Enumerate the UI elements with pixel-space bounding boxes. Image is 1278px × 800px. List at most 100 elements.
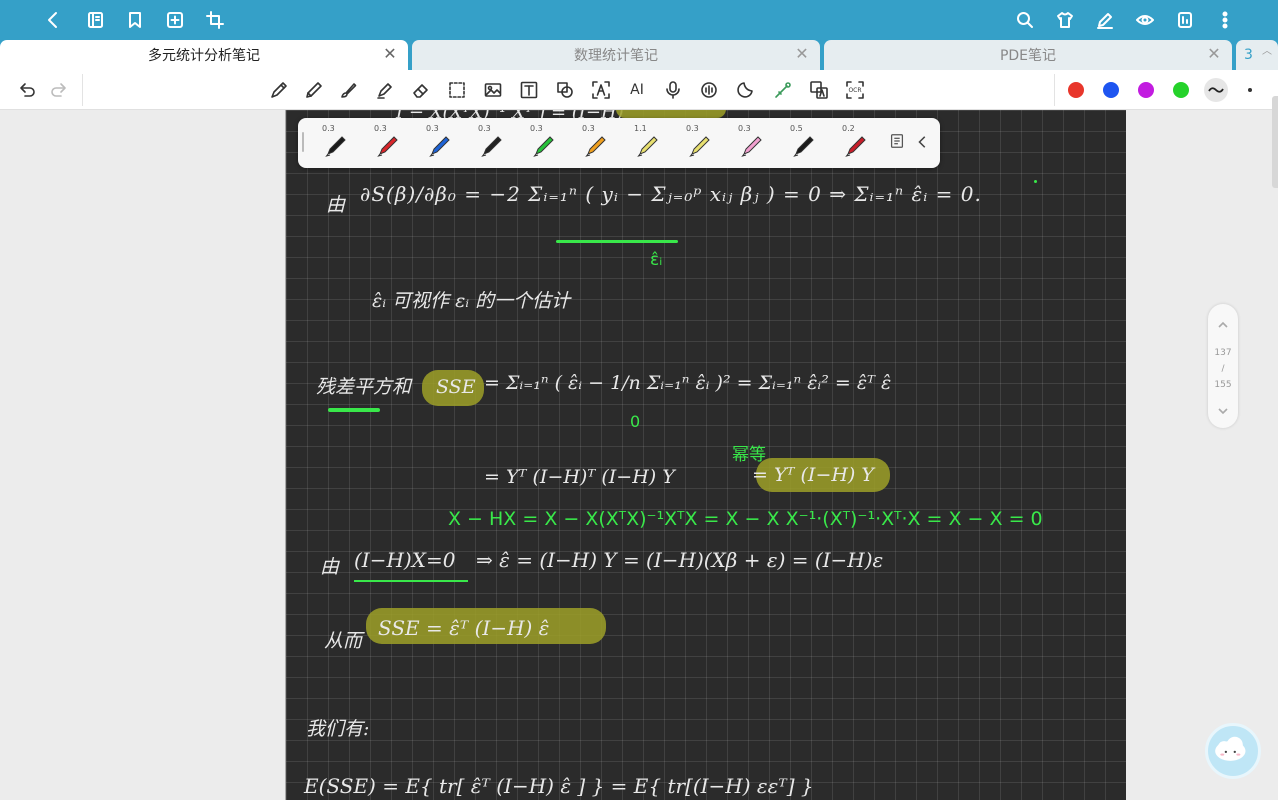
page-indicator: 137 / 155 <box>1208 304 1238 428</box>
palette-pen[interactable]: 0.2 <box>828 118 880 168</box>
assistant-cloud-button[interactable] <box>1205 723 1261 779</box>
sticker-icon[interactable] <box>734 79 756 101</box>
palette-pen[interactable]: 0.3 <box>516 118 568 168</box>
palette-pen[interactable]: 0.3 <box>724 118 776 168</box>
note-equation-conclusion: SSE = ε̂ᵀ (I−H) ε̂ <box>378 616 550 640</box>
tab-overflow[interactable]: 3 ︿ <box>1236 40 1278 70</box>
palette-pen[interactable]: 0.3 <box>568 118 620 168</box>
ocr-text-icon[interactable] <box>590 79 612 101</box>
pen-tip-icon <box>689 136 710 157</box>
pen-palette: 0.3 0.3 0.3 0.3 0.3 0.3 1.1 0.3 0.3 0.5 0.2 <box>298 118 940 168</box>
palette-pen[interactable]: 0.3 <box>308 118 360 168</box>
note-equation-residual: ⇒ ε̂ = (I−H) Y = (I−H)(Xβ + ε) = (I−H)ε <box>476 548 884 572</box>
tab-label: 数理统计笔记 <box>574 48 658 64</box>
note-estimate-remark: ε̂ᵢ 可视作 εᵢ 的一个估计 <box>372 290 571 312</box>
chevron-up-icon[interactable] <box>1216 318 1230 332</box>
drawing-toolbar: AI OCR <box>0 70 1278 110</box>
side-scroll-handle[interactable] <box>1272 96 1278 188</box>
pencil-icon[interactable] <box>303 79 325 101</box>
note-equation-sse: = Σᵢ₌₁ⁿ ( ε̂ᵢ − 1/n Σᵢ₌₁ⁿ ε̂ᵢ )² = Σᵢ₌₁ⁿ… <box>484 372 892 394</box>
app-bar <box>0 0 1278 40</box>
palette-pen[interactable]: 0.5 <box>776 118 828 168</box>
palette-pen[interactable]: 1.1 <box>620 118 672 168</box>
current-page: 137 <box>1214 348 1232 358</box>
note-annotation-zero: 0 <box>630 412 641 431</box>
green-underline <box>328 408 380 412</box>
color-swatch-purple[interactable] <box>1138 82 1154 98</box>
lasso-select-icon[interactable] <box>446 79 468 101</box>
edit-pen-icon[interactable] <box>1092 7 1118 33</box>
pen-tip-icon <box>741 136 762 157</box>
pen-tip-icon <box>377 136 398 157</box>
highlighter-icon[interactable] <box>374 79 396 101</box>
note-equation-expectation: E(SSE) = E{ tr[ ε̂ᵀ (I−H) ε̂ ] } = E{ tr… <box>304 774 814 798</box>
shape-icon[interactable] <box>554 79 576 101</box>
note-prefix: 从而 <box>324 630 363 652</box>
pen-tip-icon <box>637 136 658 157</box>
palette-pen[interactable]: 0.3 <box>464 118 516 168</box>
tab-label: 多元统计分析笔记 <box>148 48 260 64</box>
more-vertical-icon[interactable] <box>1212 7 1238 33</box>
drag-handle[interactable] <box>302 132 304 152</box>
color-swatch-blue[interactable] <box>1103 82 1119 98</box>
undo-icon[interactable] <box>16 79 38 101</box>
note-prefix: 由 <box>326 194 346 216</box>
ocr-icon[interactable]: OCR <box>844 79 866 101</box>
pen-icon[interactable] <box>268 79 290 101</box>
page-view-icon[interactable] <box>1172 7 1198 33</box>
note-condition: (I−H)X=0 <box>354 548 456 572</box>
chevron-down-icon[interactable] <box>1216 404 1230 418</box>
palette-settings-icon[interactable] <box>888 132 910 154</box>
translate-icon[interactable] <box>808 79 830 101</box>
eye-icon[interactable] <box>1132 7 1158 33</box>
pen-tip-icon <box>845 136 866 157</box>
microphone-icon[interactable] <box>662 79 684 101</box>
eraser-icon[interactable] <box>410 79 432 101</box>
tab-strip: 多元统计分析笔记 ✕ 数理统计笔记 ✕ PDE笔记 ✕ 3 ︿ <box>0 40 1278 70</box>
add-page-icon[interactable] <box>162 7 188 33</box>
laser-pointer-icon[interactable] <box>772 79 794 101</box>
close-icon[interactable]: ✕ <box>1206 46 1222 62</box>
stroke-style-button[interactable] <box>1204 78 1228 102</box>
notebook-icon[interactable] <box>82 7 108 33</box>
close-icon[interactable]: ✕ <box>794 46 810 62</box>
tab-pde-notes[interactable]: PDE笔记 ✕ <box>824 40 1232 70</box>
ink-dot <box>1034 180 1037 183</box>
pen-tip-icon <box>481 136 502 157</box>
brush-icon[interactable] <box>338 79 360 101</box>
note-equation-quadratic: = Yᵀ (I−H)ᵀ (I−H) Y <box>484 466 675 488</box>
bookmark-icon[interactable] <box>122 7 148 33</box>
palette-pen[interactable]: 0.3 <box>672 118 724 168</box>
pen-tip-icon <box>533 136 554 157</box>
back-icon[interactable] <box>40 7 66 33</box>
text-box-icon[interactable] <box>518 79 540 101</box>
image-icon[interactable] <box>482 79 504 101</box>
palette-pen[interactable]: 0.3 <box>412 118 464 168</box>
green-underline <box>354 580 468 582</box>
tab-multivariate-notes[interactable]: 多元统计分析笔记 ✕ <box>0 40 408 70</box>
close-icon[interactable]: ✕ <box>382 46 398 62</box>
audio-icon[interactable] <box>698 79 720 101</box>
collapse-palette-icon[interactable] <box>916 134 932 152</box>
note-we-have: 我们有: <box>306 718 370 740</box>
redo-icon[interactable] <box>48 79 70 101</box>
chevron-up-icon: ︿ <box>1262 46 1272 57</box>
note-derivation-green: X − HX = X − X(XᵀX)⁻¹XᵀX = X − X X⁻¹·(Xᵀ… <box>448 508 1043 530</box>
note-canvas[interactable]: I − X(XᵀX)⁻¹ Xᵀ ] = (I−H) 由 ∂S(β)/∂β₀ = … <box>286 110 1126 800</box>
crop-icon[interactable] <box>202 7 228 33</box>
note-equation-highlighted: = Yᵀ (I−H) Y <box>752 464 874 486</box>
palette-pen[interactable]: 0.3 <box>360 118 412 168</box>
note-rss-label: 残差平方和 <box>316 376 412 398</box>
ai-icon[interactable]: AI <box>626 79 648 101</box>
color-swatch-green[interactable] <box>1173 82 1189 98</box>
color-swatch-red[interactable] <box>1068 82 1084 98</box>
more-dot-icon[interactable] <box>1248 88 1252 92</box>
toolbar-divider <box>1054 74 1055 106</box>
search-icon[interactable] <box>1012 7 1038 33</box>
tab-math-stats-notes[interactable]: 数理统计笔记 ✕ <box>412 40 820 70</box>
theme-shirt-icon[interactable] <box>1052 7 1078 33</box>
green-underline <box>556 240 678 243</box>
pen-tip-icon <box>585 136 606 157</box>
pen-tip-icon <box>793 136 814 157</box>
highlight-mark <box>616 110 726 118</box>
